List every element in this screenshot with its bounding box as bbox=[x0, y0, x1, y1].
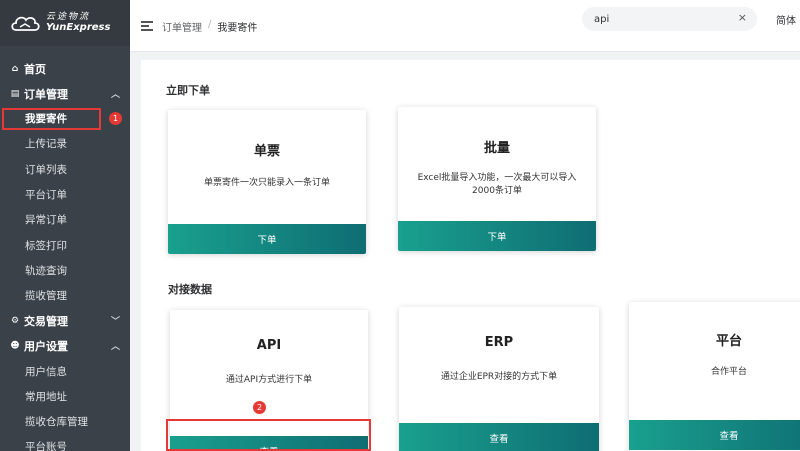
platform-view-button[interactable]: 查看 bbox=[629, 420, 800, 450]
logo-en-text: YunExpress bbox=[46, 22, 111, 34]
card-description: 通过API方式进行下单 bbox=[225, 375, 313, 385]
breadcrumb-order-management[interactable]: 订单管理 bbox=[162, 19, 202, 34]
single-order-button[interactable]: 下单 bbox=[168, 224, 366, 254]
breadcrumb-separator: / bbox=[208, 19, 212, 30]
card-title: 平台 bbox=[715, 334, 742, 349]
user-icon: ☻ bbox=[10, 340, 20, 351]
card-description: Excel批量导入功能，一次最大可以导入2000条订单 bbox=[417, 173, 577, 197]
sidebar-item-order-list[interactable]: 订单列表 bbox=[0, 157, 130, 182]
card-title: ERP bbox=[484, 335, 514, 350]
sidebar-item-label: 订单列表 bbox=[25, 163, 67, 176]
home-icon: ⌂ bbox=[11, 63, 19, 74]
card-platform: 平台 合作平台 查看 bbox=[629, 302, 800, 451]
card-title: API bbox=[256, 338, 282, 353]
logo-cn-text: 云途物流 bbox=[46, 11, 91, 22]
sidebar-item-pickup-management[interactable]: 揽收管理 bbox=[0, 283, 130, 308]
step-badge-1: 1 bbox=[109, 112, 122, 125]
document-icon: ▤ bbox=[10, 88, 20, 99]
sidebar-item-label: 轨迹查询 bbox=[25, 264, 67, 277]
sidebar-item-platform-orders[interactable]: 平台订单 bbox=[0, 182, 130, 207]
clear-icon[interactable]: × bbox=[738, 11, 747, 24]
erp-view-button[interactable]: 查看 bbox=[399, 423, 599, 451]
language-switch[interactable]: 简体 bbox=[776, 12, 796, 27]
chevron-up-icon: ︿ bbox=[110, 342, 120, 353]
sidebar-item-label: 异常订单 bbox=[25, 214, 67, 227]
section-title-place-order: 立即下单 bbox=[166, 84, 210, 97]
sidebar-item-label: 上传记录 bbox=[25, 138, 67, 151]
step-badge-2: 2 bbox=[253, 401, 266, 414]
sidebar-item-label: 用户信息 bbox=[25, 365, 67, 378]
top-header: 订单管理 / 我要寄件 × 简体 bbox=[130, 0, 800, 52]
highlight-box-api-view bbox=[166, 419, 371, 451]
card-title: 单票 bbox=[253, 144, 280, 159]
card-batch: 批量 Excel批量导入功能，一次最大可以导入2000条订单 下单 bbox=[398, 107, 596, 251]
sidebar-item-upload-records[interactable]: 上传记录 bbox=[0, 131, 130, 156]
sidebar-item-label: 平台账号 bbox=[25, 441, 67, 451]
card-description: 单票寄件一次只能录入一条订单 bbox=[203, 178, 330, 188]
sidebar-item-label: 揽收仓库管理 bbox=[25, 416, 88, 429]
sidebar-item-label: 平台订单 bbox=[25, 189, 67, 202]
chevron-up-icon: ︿ bbox=[110, 90, 120, 100]
sidebar-item-label: 常用地址 bbox=[25, 390, 67, 403]
sidebar-item-platform-account[interactable]: 平台账号 bbox=[0, 434, 130, 451]
sidebar-group-label: 订单管理 bbox=[24, 87, 68, 101]
sidebar-item-common-address[interactable]: 常用地址 bbox=[0, 384, 130, 409]
card-erp: ERP 通过企业EPR对接的方式下单 查看 bbox=[399, 307, 599, 451]
sidebar-item-label: 首页 bbox=[24, 62, 46, 76]
chevron-down-icon: ﹀ bbox=[110, 317, 120, 328]
sidebar-group-trade[interactable]: ⚙ 交易管理 ﹀ bbox=[0, 308, 130, 333]
sidebar-group-label: 交易管理 bbox=[24, 314, 68, 328]
sidebar-item-label: 揽收管理 bbox=[25, 290, 67, 303]
sidebar-item-user-info[interactable]: 用户信息 bbox=[0, 358, 130, 383]
sidebar-group-label: 用户设置 bbox=[24, 339, 68, 353]
gear-icon: ⚙ bbox=[10, 315, 20, 326]
breadcrumb: 订单管理 / 我要寄件 bbox=[162, 19, 257, 34]
card-description: 通过企业EPR对接的方式下单 bbox=[440, 372, 558, 382]
card-single: 单票 单票寄件一次只能录入一条订单 下单 bbox=[168, 110, 366, 254]
card-description: 合作平台 bbox=[710, 367, 747, 377]
search-box: × bbox=[582, 7, 757, 32]
batch-order-button[interactable]: 下单 bbox=[398, 221, 596, 251]
sidebar-item-home[interactable]: ⌂ 首页 bbox=[0, 56, 130, 81]
sidebar-item-tracking[interactable]: 轨迹查询 bbox=[0, 258, 130, 283]
sidebar-item-pickup-warehouse[interactable]: 揽收仓库管理 bbox=[0, 409, 130, 434]
sidebar: 云途物流 YunExpress ⌂ 首页 ▤ 订单管理 ︿ 我要寄件 上传记录 … bbox=[0, 0, 130, 451]
highlight-box-send bbox=[2, 108, 101, 130]
search-input[interactable] bbox=[582, 7, 732, 32]
sidebar-item-exception-orders[interactable]: 异常订单 bbox=[0, 207, 130, 232]
sidebar-item-label-print[interactable]: 标签打印 bbox=[0, 232, 130, 257]
menu-fold-icon[interactable] bbox=[141, 21, 153, 31]
sidebar-group-user[interactable]: ☻ 用户设置 ︿ bbox=[0, 333, 130, 358]
section-title-integration: 对接数据 bbox=[168, 283, 212, 296]
main-panel: 立即下单 单票 单票寄件一次只能录入一条订单 下单 批量 Excel批量导入功能… bbox=[141, 60, 800, 451]
logo[interactable]: 云途物流 YunExpress bbox=[0, 0, 130, 46]
breadcrumb-current: 我要寄件 bbox=[217, 23, 258, 34]
sidebar-group-orders[interactable]: ▤ 订单管理 ︿ bbox=[0, 81, 130, 106]
card-title: 批量 bbox=[483, 141, 510, 156]
cloud-logo-icon bbox=[11, 16, 40, 31]
sidebar-item-label: 标签打印 bbox=[25, 239, 67, 252]
